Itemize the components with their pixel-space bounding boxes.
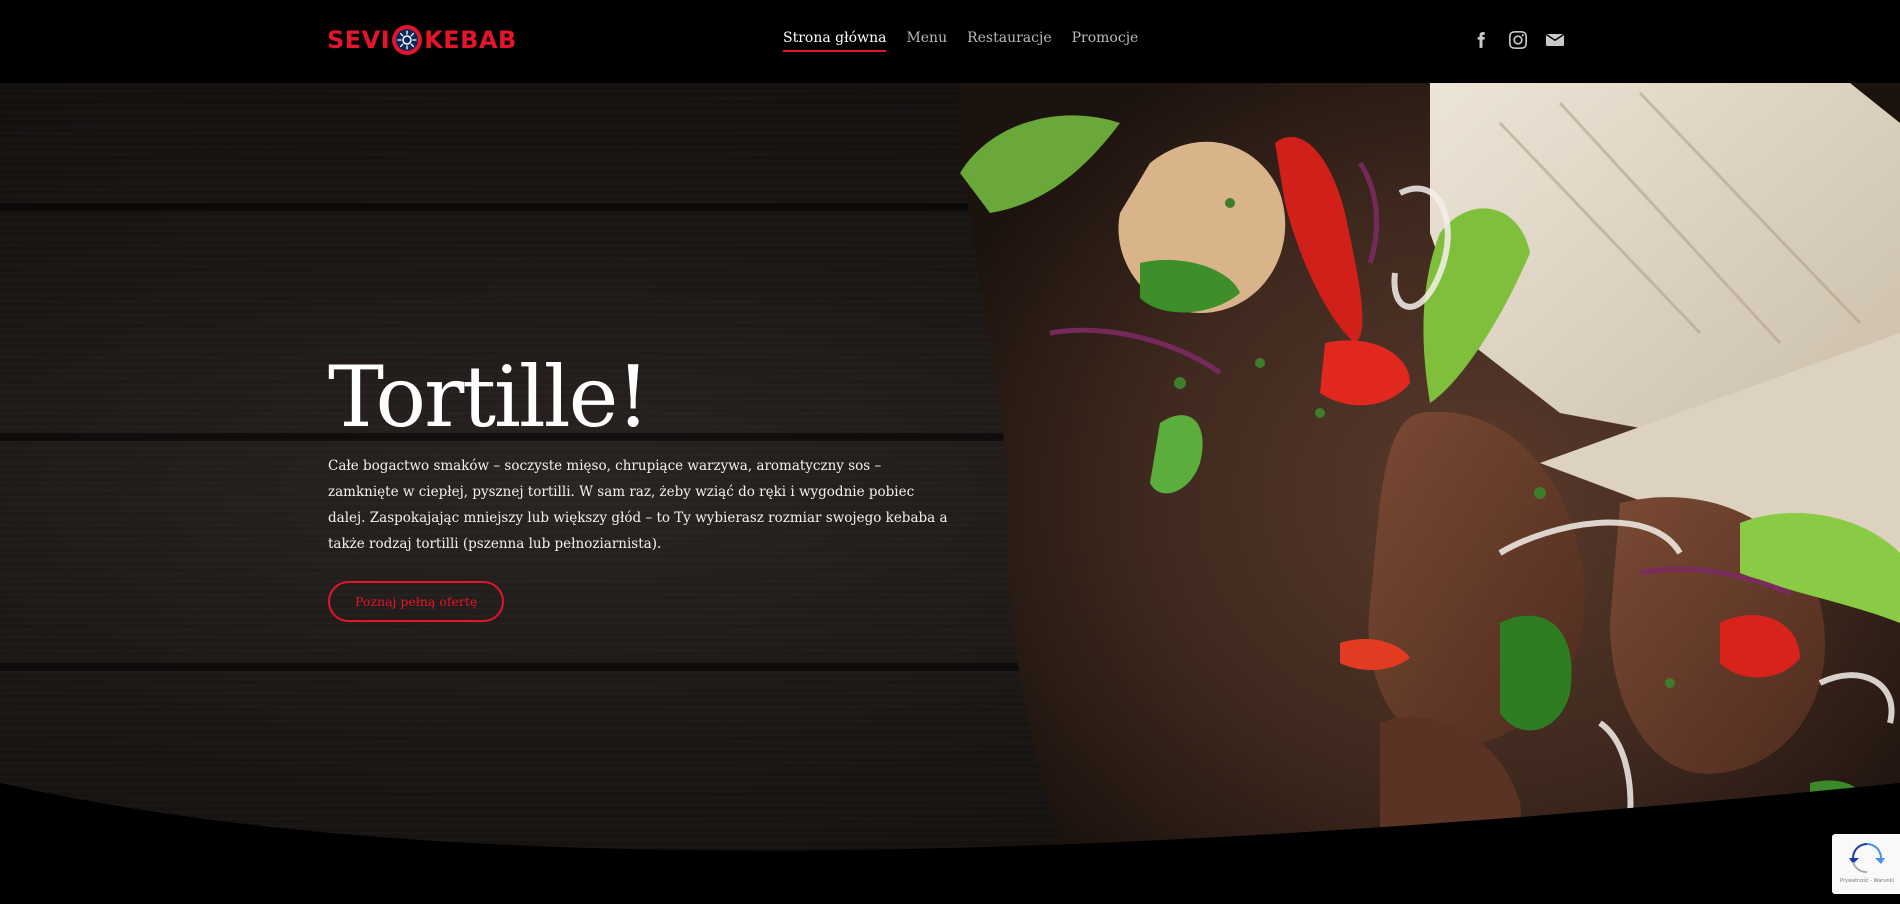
hero-section: Tortille! Całe bogactwo smaków – soczyst… xyxy=(0,83,1900,904)
nav-item-promotions[interactable]: Promocje xyxy=(1072,30,1139,52)
logo-text-right: KEBAB xyxy=(424,26,517,54)
logo[interactable]: SEVI KEBAB xyxy=(327,24,517,56)
hero-title: Tortille! xyxy=(328,348,650,446)
logo-text-left: SEVI xyxy=(327,26,391,54)
hero-description: Całe bogactwo smaków – soczyste mięso, c… xyxy=(328,458,948,552)
hero-content: Tortille! Całe bogactwo smaków – soczyst… xyxy=(328,355,948,622)
recaptcha-text: Prywatność - Warunki xyxy=(1840,878,1894,884)
site-header: SEVI KEBAB Strona główna Menu Restauracj… xyxy=(0,0,1900,83)
view-offer-button[interactable]: Poznaj pełną ofertę xyxy=(328,581,505,622)
recaptcha-icon xyxy=(1849,843,1885,874)
nav-item-restaurants[interactable]: Restauracje xyxy=(967,30,1052,52)
main-nav: Strona główna Menu Restauracje Promocje xyxy=(783,30,1138,52)
social-links xyxy=(1472,31,1564,49)
logo-sun-icon xyxy=(392,25,423,55)
kebab-tortilla-image xyxy=(960,83,1900,904)
facebook-icon[interactable] xyxy=(1472,31,1490,49)
instagram-icon[interactable] xyxy=(1509,31,1527,49)
recaptcha-badge[interactable]: Prywatność - Warunki xyxy=(1832,834,1900,894)
nav-item-menu[interactable]: Menu xyxy=(906,30,947,52)
nav-item-home[interactable]: Strona główna xyxy=(783,30,887,52)
envelope-icon[interactable] xyxy=(1546,31,1564,49)
